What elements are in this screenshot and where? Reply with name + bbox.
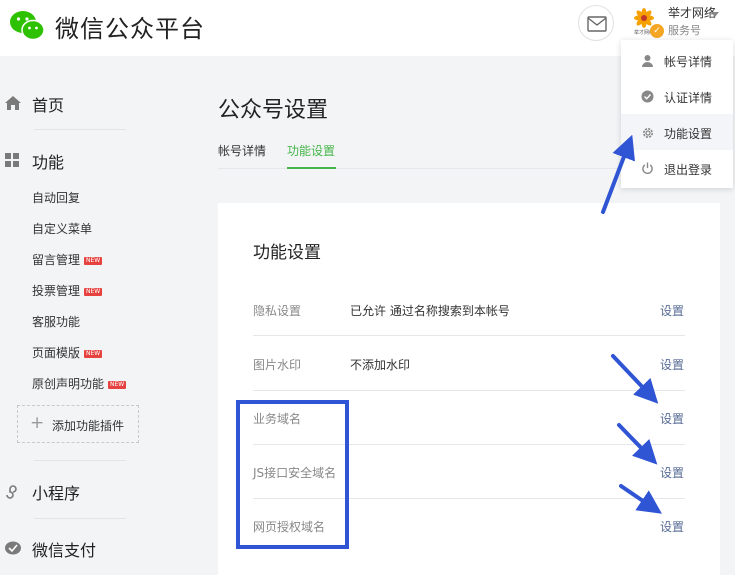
annotation-highlight-box	[236, 400, 349, 549]
sidebar-item-home[interactable]: 首页	[4, 92, 174, 116]
account-dropdown-menu: 帐号详情 认证详情 功能设置 退出登录	[621, 40, 733, 188]
caret-down-icon[interactable]	[711, 12, 719, 17]
sidebar-item-customer-service[interactable]: 客服功能	[32, 313, 80, 330]
home-icon	[5, 96, 21, 110]
tab-function-settings[interactable]: 功能设置	[287, 142, 335, 159]
new-badge: NEW	[84, 287, 103, 296]
gear-icon	[643, 128, 653, 138]
sidebar-item-functions[interactable]: 功能	[4, 149, 174, 173]
divider	[34, 460, 126, 461]
js-domain-settings-link[interactable]: 设置	[660, 464, 684, 481]
sidebar-item-page-templates[interactable]: 页面模版 NEW	[32, 344, 103, 361]
row-label-watermark: 图片水印	[253, 358, 302, 372]
add-plugin-button[interactable]: + 添加功能插件	[17, 405, 139, 443]
page-title: 公众号设置	[218, 98, 329, 123]
plus-icon: +	[30, 413, 45, 433]
divider	[34, 129, 126, 130]
menu-item-account-details[interactable]: 帐号详情	[621, 42, 733, 78]
privacy-settings-link[interactable]: 设置	[660, 302, 684, 319]
sidebar-item-mini-program[interactable]: 小程序	[4, 480, 174, 504]
wechat-pay-icon	[5, 541, 21, 555]
menu-item-logout[interactable]: 退出登录	[621, 150, 733, 186]
watermark-settings-link[interactable]: 设置	[660, 356, 684, 373]
mini-program-icon	[6, 485, 17, 499]
tab-account-details[interactable]: 帐号详情	[218, 142, 266, 159]
sidebar-item-comments[interactable]: 留言管理 NEW	[32, 251, 103, 268]
sidebar-item-label: 微信支付	[32, 541, 97, 560]
menu-item-verification-details[interactable]: 认证详情	[621, 78, 733, 114]
power-icon	[642, 162, 653, 174]
menu-item-function-settings[interactable]: 功能设置	[621, 114, 733, 150]
sidebar-item-votes[interactable]: 投票管理 NEW	[32, 282, 103, 299]
sidebar-item-original-declaration[interactable]: 原创声明功能 NEW	[32, 375, 127, 392]
row-label-privacy: 隐私设置	[253, 304, 302, 318]
active-tab-indicator	[287, 167, 336, 169]
new-badge: NEW	[84, 256, 103, 265]
mail-icon	[587, 16, 607, 32]
business-domain-settings-link[interactable]: 设置	[660, 410, 684, 427]
sidebar-item-label: 功能	[32, 153, 65, 172]
grid-icon	[5, 153, 19, 167]
message-button[interactable]	[578, 5, 614, 41]
sidebar-item-wechat-pay[interactable]: 微信支付	[4, 537, 174, 561]
divider	[34, 518, 126, 519]
sidebar-item-label: 小程序	[32, 484, 81, 503]
account-name[interactable]: 举才网络	[668, 4, 716, 21]
sidebar-item-auto-reply[interactable]: 自动回复	[32, 189, 80, 206]
brand-title: 微信公众平台	[55, 15, 205, 43]
row-divider	[253, 335, 685, 336]
oauth-domain-settings-link[interactable]: 设置	[660, 518, 684, 535]
new-badge: NEW	[108, 380, 127, 389]
sidebar: 首页 功能 自动回复 自定义菜单 留言管理 NEW 投票管理 NEW 客服功能 页面…	[0, 56, 210, 575]
account-type: 服务号	[668, 24, 701, 37]
row-value-watermark: 不添加水印	[350, 358, 411, 372]
card-title: 功能设置	[253, 243, 321, 263]
wechat-logo-icon[interactable]	[8, 6, 48, 46]
new-badge: NEW	[84, 349, 103, 358]
verified-check-icon: ✓	[650, 24, 664, 38]
user-icon	[642, 55, 653, 67]
row-divider	[253, 390, 685, 391]
check-circle-icon	[641, 90, 654, 103]
sidebar-item-label: 首页	[32, 96, 65, 115]
row-value-privacy: 已允许 通过名称搜索到本帐号	[350, 304, 510, 318]
sidebar-item-custom-menu[interactable]: 自定义菜单	[32, 220, 92, 237]
